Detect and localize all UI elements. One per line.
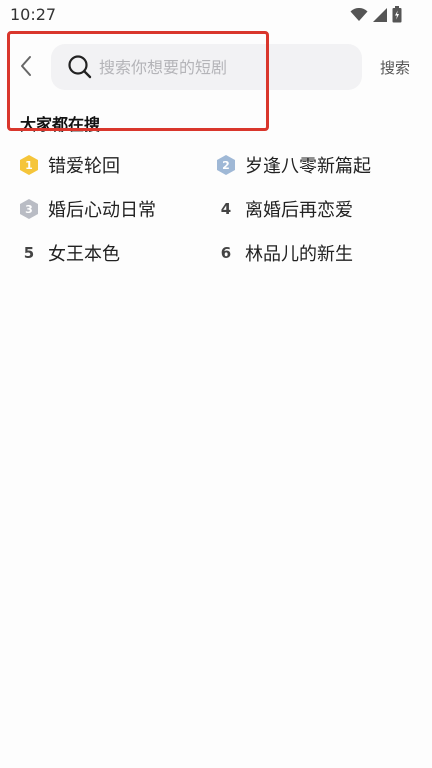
hot-search-item-title: 错爱轮回 <box>48 156 120 177</box>
search-screen: 10:27 搜索你想要的短剧 搜索 大家都在搜 1 错爱轮回 2 岁逢八零新篇起… <box>0 0 432 768</box>
hot-search-item[interactable]: 5 女王本色 <box>18 239 120 267</box>
status-time: 10:27 <box>10 5 57 24</box>
status-icons <box>350 6 402 27</box>
search-submit-button[interactable]: 搜索 <box>380 57 410 78</box>
hot-search-item[interactable]: 4 离婚后再恋爱 <box>215 195 353 223</box>
rank-badge-silver-blue-icon: 2 <box>215 154 237 176</box>
rank-number: 3 <box>25 202 33 216</box>
wifi-icon <box>350 7 368 26</box>
hot-search-item[interactable]: 6 林品儿的新生 <box>215 239 353 267</box>
back-button[interactable] <box>14 55 38 81</box>
hot-search-item-title: 女王本色 <box>48 244 120 265</box>
chevron-left-icon <box>19 55 33 81</box>
rank-number: 6 <box>220 244 232 262</box>
hot-search-item-title: 林品儿的新生 <box>245 244 353 265</box>
rank-number: 5 <box>23 244 35 262</box>
hot-search-item[interactable]: 2 岁逢八零新篇起 <box>215 151 371 179</box>
rank-number: 1 <box>25 158 33 172</box>
signal-icon <box>373 7 387 26</box>
rank-badge-bronze-icon: 3 <box>18 198 40 220</box>
hot-search-item-title: 岁逢八零新篇起 <box>245 156 371 177</box>
hot-search-title: 大家都在搜 <box>20 115 101 134</box>
search-bar[interactable] <box>51 44 362 90</box>
hot-search-item[interactable]: 1 错爱轮回 <box>18 151 120 179</box>
rank-number: 4 <box>220 200 232 218</box>
hot-search-item-title: 离婚后再恋爱 <box>245 200 353 221</box>
status-bar: 10:27 <box>0 0 432 30</box>
battery-icon <box>392 6 402 27</box>
search-icon <box>67 54 93 80</box>
rank-badge-gold-icon: 1 <box>18 154 40 176</box>
search-input[interactable] <box>99 57 339 77</box>
hot-search-item[interactable]: 3 婚后心动日常 <box>18 195 156 223</box>
rank-number: 2 <box>222 158 230 172</box>
hot-search-item-title: 婚后心动日常 <box>48 200 156 221</box>
